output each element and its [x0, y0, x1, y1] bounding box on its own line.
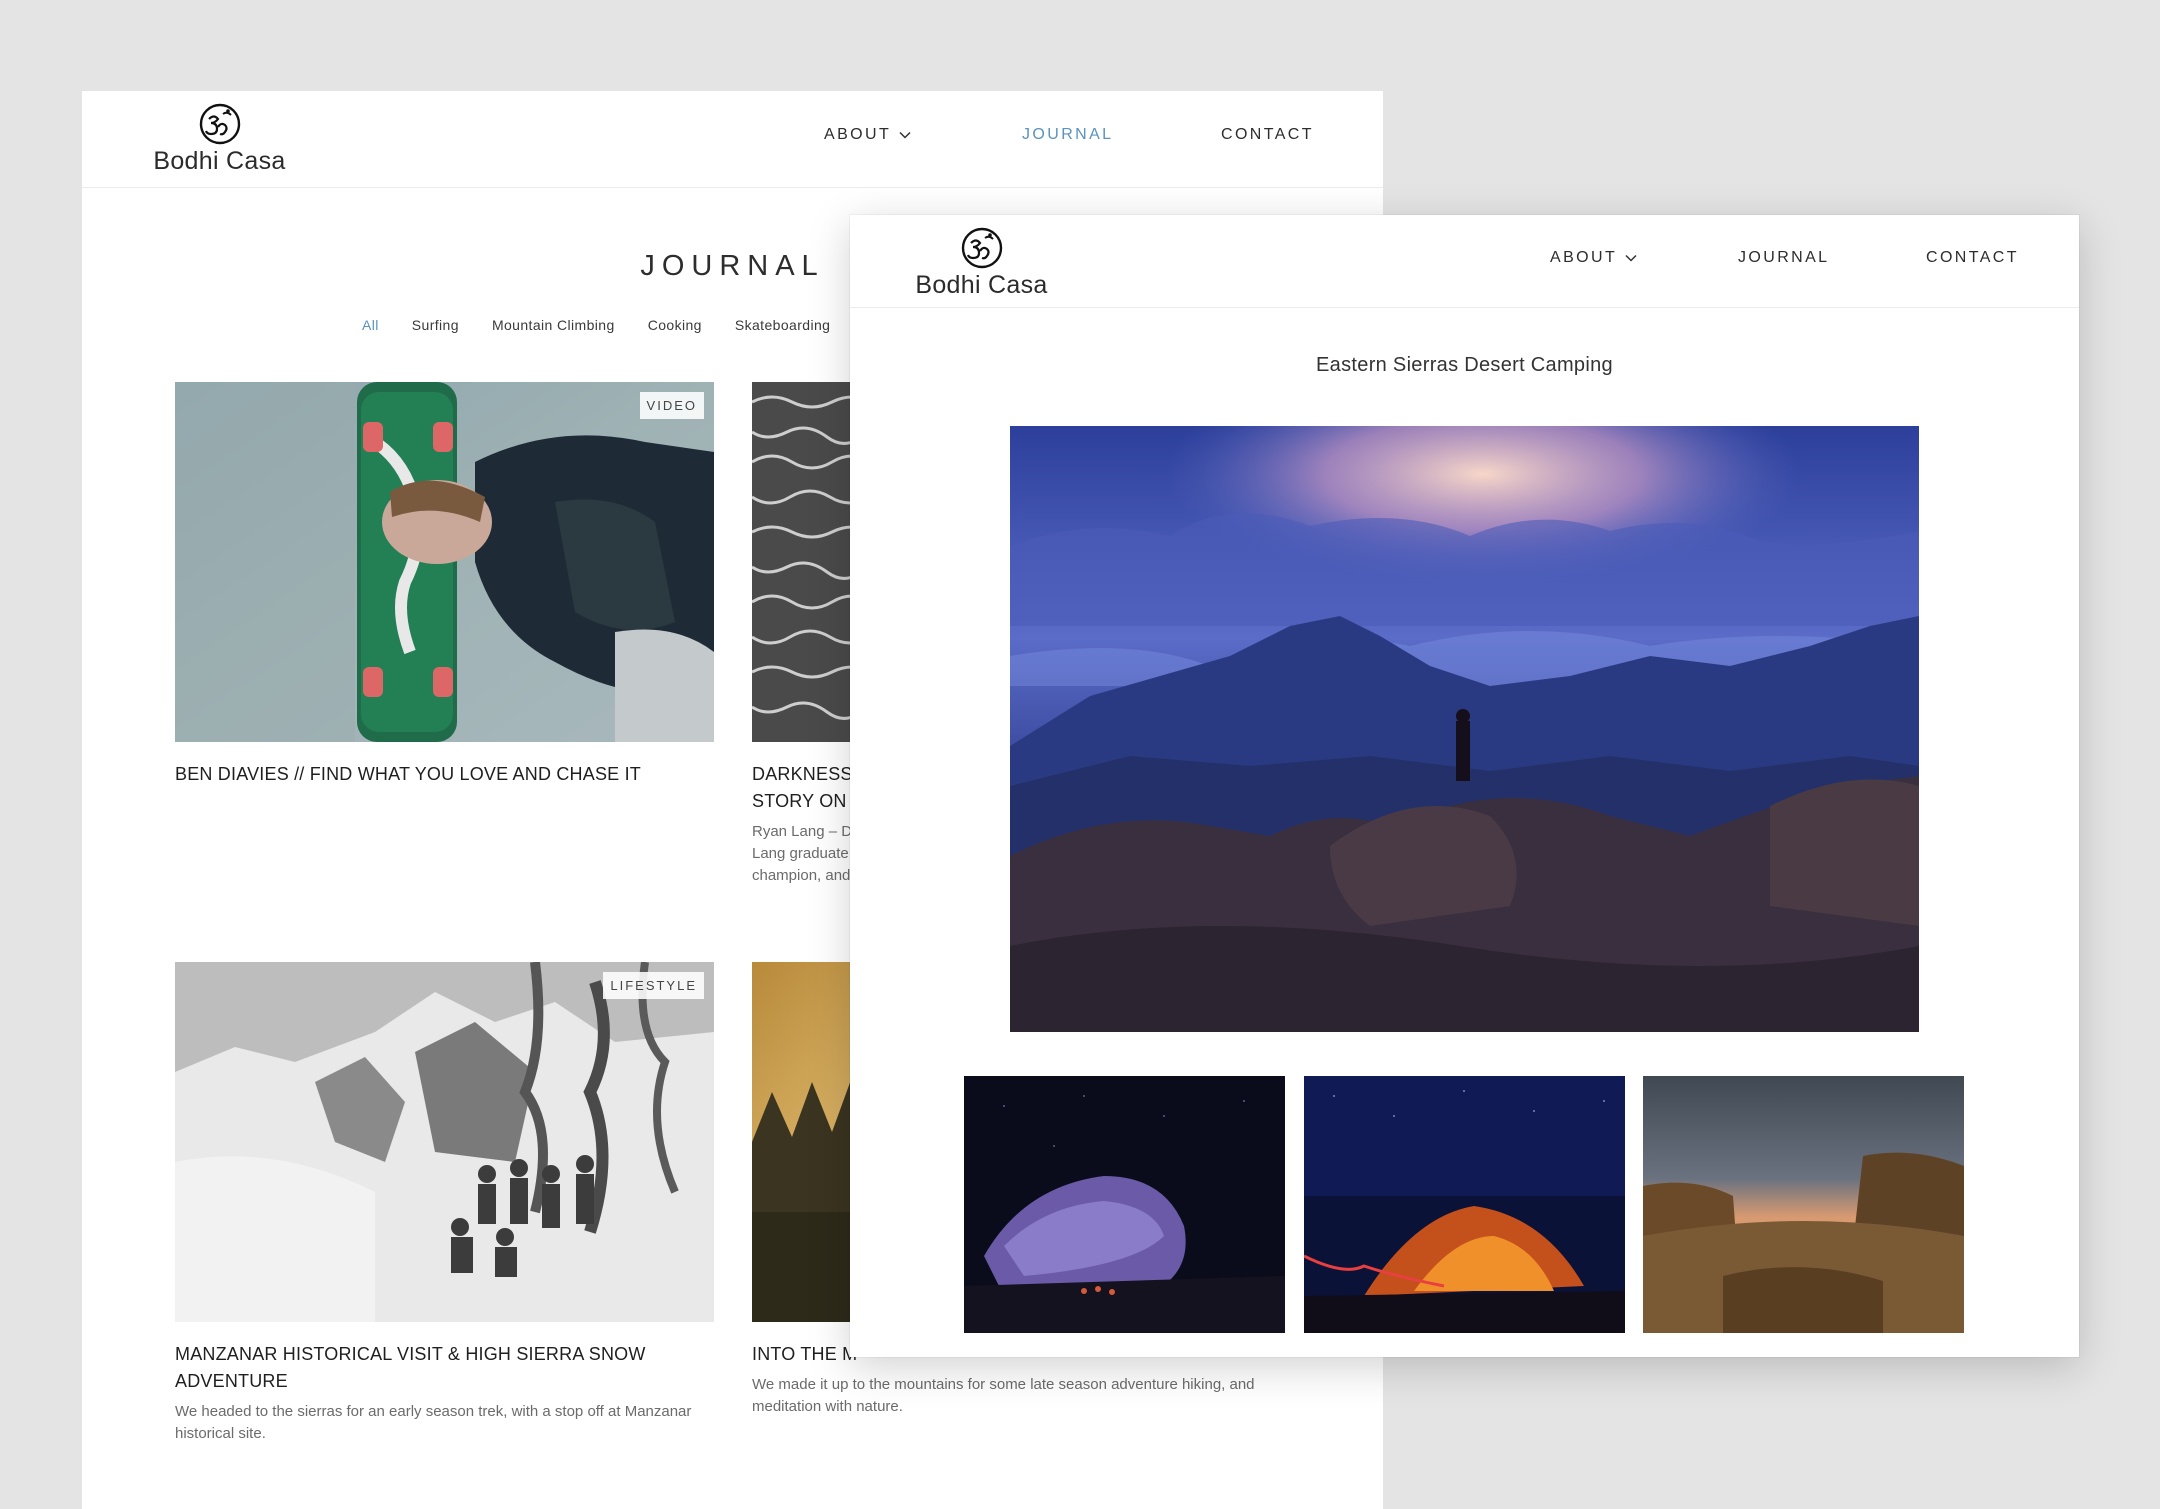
campfire-night-photo	[1304, 1076, 1625, 1333]
nav-contact-label: CONTACT	[1926, 249, 2019, 266]
filter-surfing[interactable]: Surfing	[412, 317, 459, 333]
desert-mountain-dusk-photo	[1010, 426, 1919, 1032]
site-header: Bodhi Casa ABOUT JOURNAL CONTACT	[850, 215, 2079, 308]
night-boulder-photo	[964, 1076, 1285, 1333]
nav-contact-label: CONTACT	[1221, 126, 1314, 143]
nav-journal-label: JOURNAL	[1022, 126, 1114, 143]
nav-journal[interactable]: JOURNAL	[1738, 249, 1829, 267]
desert-canyon-sunset-photo	[1643, 1076, 1964, 1333]
journal-post-card[interactable]: VIDEO BEN DIAVIES // FIND WHAT YOU LOVE …	[175, 382, 714, 788]
category-filter-bar: All Surfing Mountain Climbing Cooking Sk…	[362, 317, 830, 333]
post-title[interactable]: BEN DIAVIES // FIND WHAT YOU LOVE AND CH…	[175, 761, 714, 788]
gallery-thumbnail[interactable]	[964, 1076, 1285, 1333]
chevron-down-icon	[1625, 254, 1637, 262]
gallery-thumbnail[interactable]	[1643, 1076, 1964, 1333]
nav-journal[interactable]: JOURNAL	[1022, 126, 1113, 144]
post-thumbnail[interactable]: VIDEO	[175, 382, 714, 742]
site-logo[interactable]: Bodhi Casa	[914, 227, 1049, 300]
post-thumbnail[interactable]: LIFESTYLE	[175, 962, 714, 1322]
filter-skateboarding[interactable]: Skateboarding	[735, 317, 831, 333]
journal-post-card[interactable]: LIFESTYLE MANZANAR HISTORICAL VISIT & HI…	[175, 962, 714, 1445]
post-badge: VIDEO	[639, 392, 704, 419]
post-badge: LIFESTYLE	[603, 972, 704, 999]
site-header: Bodhi Casa ABOUT JOURNAL CONTACT	[82, 91, 1383, 188]
brand-name: Bodhi Casa	[153, 147, 286, 175]
nav-contact[interactable]: CONTACT	[1926, 249, 2019, 267]
post-title[interactable]: MANZANAR HISTORICAL VISIT & HIGH SIERRA …	[175, 1341, 714, 1395]
filter-cooking[interactable]: Cooking	[648, 317, 702, 333]
nav-about-label: ABOUT	[1550, 249, 1618, 266]
hero-image[interactable]	[1010, 426, 1919, 1032]
skateboarder-photo	[175, 382, 714, 742]
post-excerpt: We headed to the sierras for an early se…	[175, 1403, 692, 1442]
site-logo[interactable]: Bodhi Casa	[152, 103, 287, 176]
nav-contact[interactable]: CONTACT	[1221, 126, 1314, 144]
nav-journal-label: JOURNAL	[1738, 249, 1830, 266]
filter-all[interactable]: All	[362, 317, 379, 333]
om-symbol-icon	[199, 103, 240, 145]
om-symbol-icon	[961, 227, 1002, 269]
gallery-thumbnail[interactable]	[1304, 1076, 1625, 1333]
nav-about[interactable]: ABOUT	[824, 126, 911, 144]
post-excerpt: We made it up to the mountains for some …	[752, 1376, 1255, 1415]
snowy-mountain-group-photo	[175, 962, 714, 1322]
post-detail-window: Bodhi Casa ABOUT JOURNAL CONTACT Eastern…	[850, 215, 2079, 1357]
nav-about-label: ABOUT	[824, 126, 892, 143]
filter-mountain-climbing[interactable]: Mountain Climbing	[492, 317, 615, 333]
post-title: Eastern Sierras Desert Camping	[1316, 354, 1613, 376]
chevron-down-icon	[899, 131, 911, 139]
brand-name: Bodhi Casa	[915, 271, 1048, 299]
nav-about[interactable]: ABOUT	[1550, 249, 1637, 267]
